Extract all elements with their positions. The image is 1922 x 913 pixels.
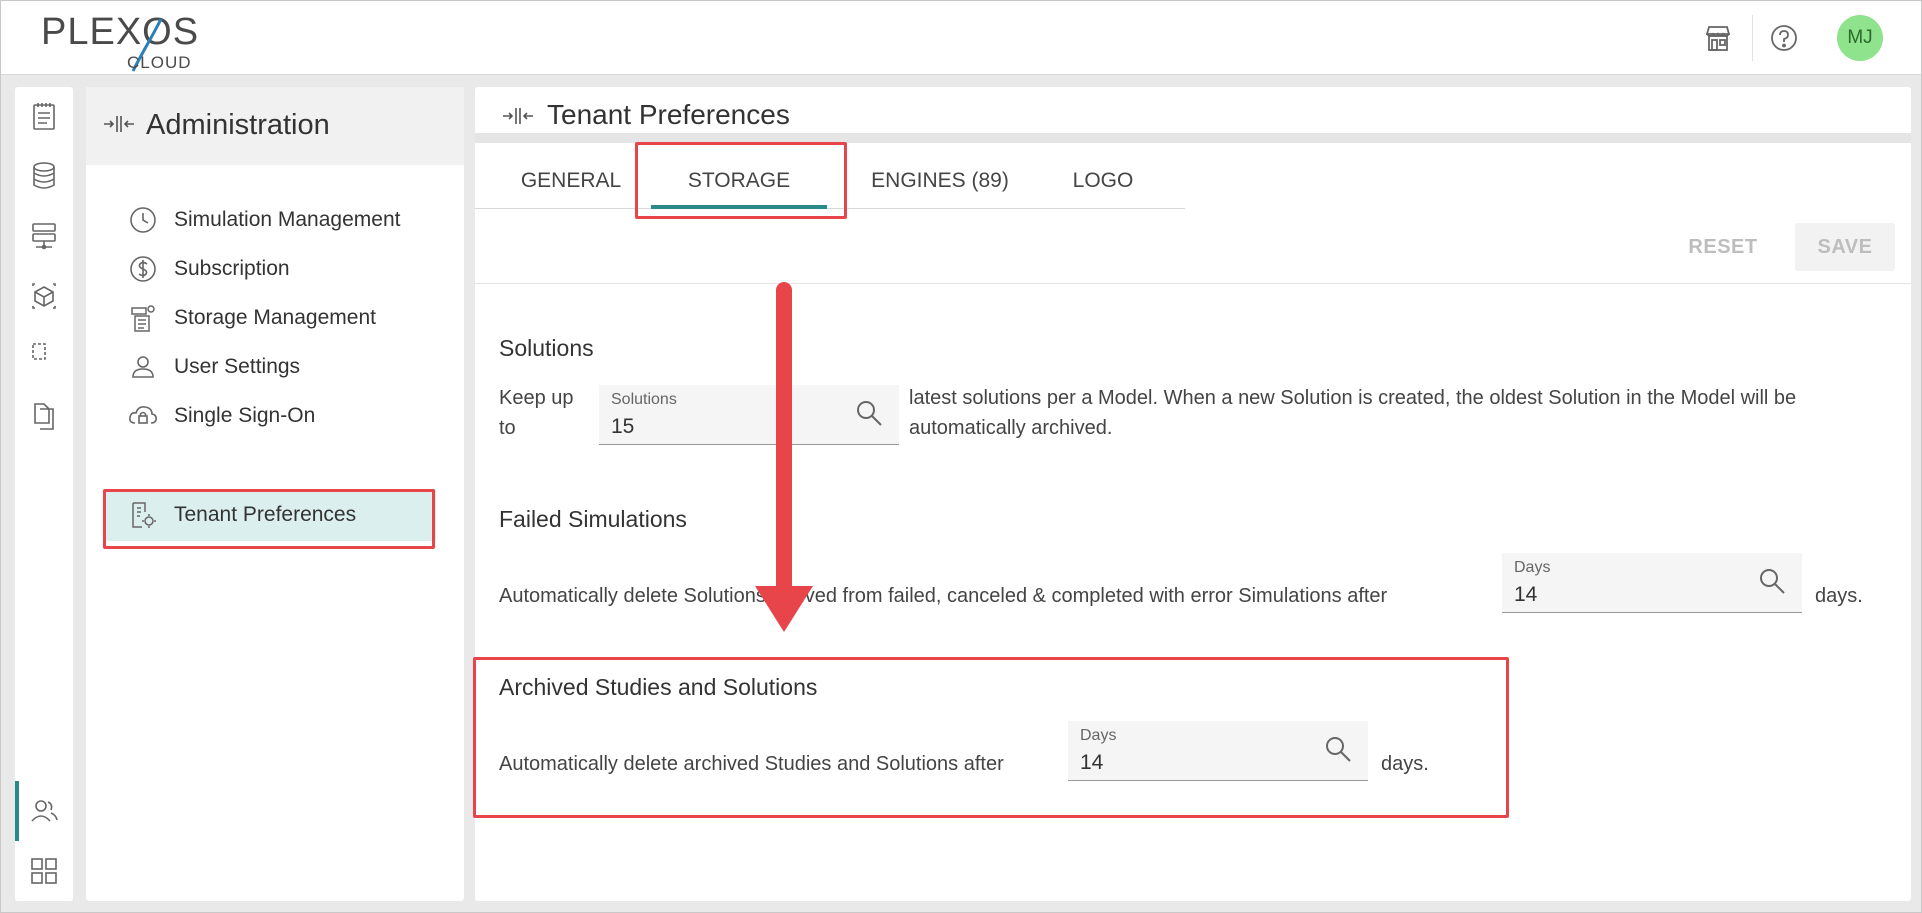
administration-panel: Administration Simulation Management Sub… [86, 87, 464, 901]
notepad-icon[interactable] [29, 101, 59, 131]
nav-label: User Settings [174, 355, 301, 378]
cube-icon[interactable] [29, 281, 59, 311]
admin-header: Administration [86, 87, 464, 165]
document-compare-icon[interactable] [29, 341, 59, 371]
failed-simulations-prefix: Automatically delete Solutions derived f… [499, 585, 1388, 607]
content-header: Tenant Preferences [475, 87, 1911, 143]
reset-button[interactable]: RESET [1668, 223, 1778, 271]
admin-title: Administration [146, 109, 330, 141]
field-label: Solutions [611, 391, 677, 408]
plexos-logo[interactable]: PLEXOS CLOUD [41, 11, 211, 72]
solutions-count-field[interactable]: Solutions 15 [599, 385, 899, 445]
save-button[interactable]: SAVE [1795, 223, 1895, 271]
nav-item-single-sign-on[interactable]: Single Sign-On [106, 390, 436, 442]
users-icon[interactable] [29, 796, 59, 826]
server-icon[interactable] [29, 221, 59, 251]
nav-item-tenant-preferences[interactable]: Tenant Preferences [106, 489, 436, 541]
nav-item-user-settings[interactable]: User Settings [106, 341, 436, 393]
document-copy-icon[interactable] [29, 401, 59, 431]
failed-simulations-suffix: days. [1815, 585, 1863, 607]
tenant-preferences-content: Tenant Preferences GENERAL STORAGE ENGIN… [475, 87, 1911, 901]
nav-label: Subscription [174, 257, 290, 280]
nav-item-subscription[interactable]: Subscription [106, 243, 436, 295]
archived-suffix: days. [1381, 753, 1429, 775]
failed-simulations-title: Failed Simulations [499, 506, 687, 532]
annotation-arrow-head [755, 586, 813, 632]
nav-item-simulation-management[interactable]: Simulation Management [106, 194, 436, 246]
logo-subtext: CLOUD [127, 53, 192, 72]
dollar-icon [128, 254, 158, 284]
search-icon[interactable] [855, 399, 883, 427]
cloud-lock-icon [128, 401, 158, 431]
field-value: 15 [611, 415, 635, 438]
grid-icon[interactable] [29, 856, 59, 886]
annotation-arrow-shaft [776, 282, 792, 604]
tab-storage[interactable]: STORAGE [651, 153, 827, 209]
tab-engines[interactable]: ENGINES (89) [855, 153, 1025, 209]
archived-prefix: Automatically delete archived Studies an… [499, 753, 1004, 775]
store-icon[interactable] [1699, 19, 1737, 57]
left-rail [15, 87, 73, 901]
field-value: 14 [1080, 751, 1104, 774]
field-label: Days [1514, 559, 1551, 576]
top-header: PLEXOS CLOUD MJ [1, 1, 1921, 75]
storage-icon [128, 303, 158, 333]
search-icon[interactable] [1758, 567, 1786, 595]
page-title: Tenant Preferences [547, 99, 790, 130]
logo-text: PLEXOS [41, 11, 200, 53]
nav-label: Tenant Preferences [174, 503, 357, 526]
field-label: Days [1080, 727, 1117, 744]
help-icon[interactable] [1765, 19, 1803, 57]
rail-active-indicator [15, 781, 19, 841]
field-value: 14 [1514, 583, 1538, 606]
failed-simulations-days-field[interactable]: Days 14 [1502, 553, 1802, 613]
nav-item-storage-management[interactable]: Storage Management [106, 292, 436, 344]
header-divider [1752, 15, 1753, 61]
nav-label: Storage Management [174, 306, 376, 329]
clock-icon [128, 205, 158, 235]
tenant-settings-icon [128, 500, 158, 530]
nav-label: Simulation Management [174, 208, 401, 231]
collapse-panel-icon[interactable] [102, 113, 136, 135]
solutions-prefix: Keep up to [499, 387, 574, 439]
tab-logo[interactable]: LOGO [1043, 153, 1163, 209]
action-toolbar: RESET SAVE [475, 210, 1911, 284]
search-icon[interactable] [1324, 735, 1352, 763]
solutions-suffix: latest solutions per a Model. When a new… [909, 387, 1797, 439]
nav-label: Single Sign-On [174, 404, 316, 427]
tab-general[interactable]: GENERAL [495, 153, 647, 209]
tab-bar: GENERAL STORAGE ENGINES (89) LOGO [475, 153, 1185, 209]
archived-days-field[interactable]: Days 14 [1068, 721, 1368, 781]
collapse-panel-icon[interactable] [501, 105, 535, 127]
app-window: PLEXOS CLOUD MJ Administration Simulatio… [0, 0, 1922, 913]
archived-title: Archived Studies and Solutions [499, 674, 818, 700]
user-avatar[interactable]: MJ [1837, 15, 1883, 61]
database-icon[interactable] [29, 161, 59, 191]
user-icon [128, 352, 158, 382]
solutions-title: Solutions [499, 335, 594, 361]
